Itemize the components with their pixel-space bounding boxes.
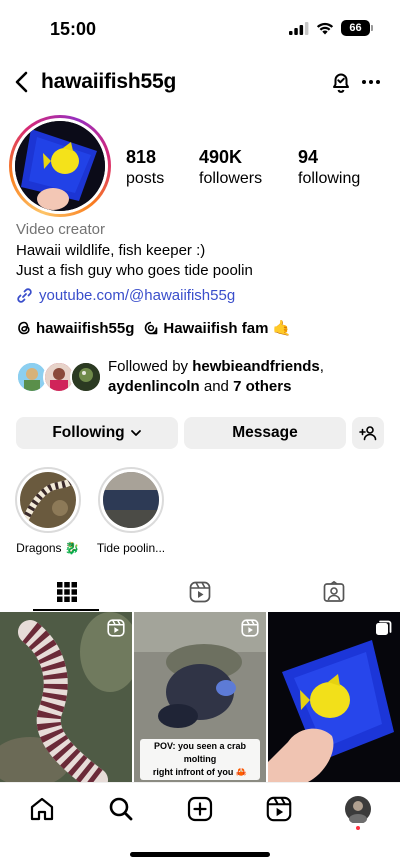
followed-by-text: Followed by hewbieandfriends, aydenlincol… [108,357,378,397]
highlight-tide-poolin[interactable]: Tide poolin... [97,467,165,555]
post-thumbnail[interactable] [268,612,400,782]
bio-category: Video creator [16,221,105,238]
profile-header: hawaiifish55g [0,62,400,102]
nav-home[interactable] [28,795,56,823]
following-count[interactable]: 94 following [298,146,360,189]
post-thumbnail[interactable]: POV: you seen a crab molting right infro… [134,612,266,782]
followers-count-label: followers [199,170,263,187]
notifications-button[interactable] [328,69,354,95]
search-icon [109,797,133,821]
message-button[interactable]: Message [184,417,346,449]
bio-line: Just a fish guy who goes tide poolin [16,262,253,279]
bio-link[interactable]: youtube.com/@hawaiifish55g [16,286,386,307]
more-options-button[interactable] [358,69,384,95]
bell-check-icon [333,73,349,93]
following-count-label: following [298,170,361,187]
tagged-person-icon [323,581,344,602]
reels-icon [189,581,210,603]
channel-name: Hawaiifish fam 🤙 [163,320,292,337]
create-post-icon [187,796,213,822]
broadcast-channel[interactable]: Hawaiifish fam 🤙 [143,319,291,337]
threads-handle: hawaiifish55g [36,319,135,337]
followers-count[interactable]: 490K followers [199,146,262,189]
bio-link-text: youtube.com/@hawaiifish55g [39,286,236,304]
suggested-users-button[interactable] [352,417,384,449]
status-time: 15:00 [50,19,97,39]
followed-by-prefix: Followed by [108,358,193,375]
following-button-label: Following [52,424,125,441]
notification-dot [356,826,360,830]
nav-reels[interactable] [265,795,293,823]
message-button-label: Message [232,424,298,441]
threads-badge[interactable]: hawaiifish55g [16,320,134,337]
battery-icon: 66 [341,20,373,36]
reels-icon [266,796,292,822]
tab-posts-grid[interactable] [0,573,133,611]
highlight-cover [20,472,76,528]
tab-tagged[interactable] [267,573,400,611]
post-caption-line: right infront of you 🦀 [152,767,248,777]
profile-avatar-icon [345,796,371,823]
avatar-photo [15,121,105,211]
cellular-signal-icon [289,21,309,35]
back-button[interactable] [8,68,36,96]
chevron-down-icon [130,430,141,436]
following-button[interactable]: Following [16,417,178,449]
channel-icon [145,321,158,335]
mutual-user-2: aydenlincoln [108,378,200,395]
following-count-value: 94 [298,147,319,167]
nav-search[interactable] [107,795,135,823]
posts-count-value: 818 [126,147,157,167]
posts-count[interactable]: 818 posts [126,146,164,189]
profile-bio: Video creator Hawaii wildlife, fish keep… [16,220,386,306]
add-person-icon [359,426,377,441]
status-bar: 15:00 66 [0,0,400,58]
more-dot-icon [369,80,373,84]
reel-indicator-icon [107,619,125,637]
home-icon [30,797,54,821]
back-arrow-icon [15,71,28,93]
carousel-indicator-icon [376,620,392,635]
active-tab-indicator [33,609,99,611]
post-caption: POV: you seen a crab molting right infro… [140,739,260,780]
threads-icon [18,321,30,335]
post-thumbnail[interactable] [0,612,132,782]
post-image [268,612,400,782]
followed-by-separator: , [319,358,324,375]
mutual-others: 7 others [233,378,292,395]
profile-username: hawaiifish55g [41,70,177,93]
reel-indicator-icon [241,619,259,637]
highlight-dragons[interactable]: Dragons 🐉 [15,467,81,555]
tab-reels[interactable] [133,573,266,611]
profile-tabs [0,573,400,611]
nav-create[interactable] [186,795,214,823]
link-icon [17,288,32,303]
mutual-avatar [70,361,102,393]
status-icons: 66 [289,20,373,36]
posts-count-label: posts [126,170,165,187]
bio-line: Hawaii wildlife, fish keeper :) [16,241,206,259]
more-dot-icon [376,80,380,84]
post-caption-line: POV: you seen a crab molting [153,741,247,764]
followed-by-and: and [199,378,234,395]
mutual-user-1: hewbieandfriends [192,358,320,375]
highlight-cover [103,472,159,528]
home-indicator [130,852,270,857]
mutual-avatars [16,357,102,393]
wifi-icon [316,22,334,34]
highlight-label: Dragons 🐉 [16,541,80,555]
bottom-navigation [0,782,400,834]
grid-icon [56,582,77,602]
followed-by-row[interactable]: Followed by hewbieandfriends, aydenlincol… [16,357,378,397]
followers-count-value: 490K [199,147,243,167]
profile-avatar[interactable] [9,115,111,217]
post-image [0,612,132,782]
more-dot-icon [362,80,366,84]
nav-profile[interactable] [344,795,372,823]
posts-grid: POV: you seen a crab molting right infro… [0,612,400,782]
highlight-label: Tide poolin... [96,541,166,555]
threads-row: hawaiifish55g Hawaiifish fam 🤙 [16,319,291,337]
